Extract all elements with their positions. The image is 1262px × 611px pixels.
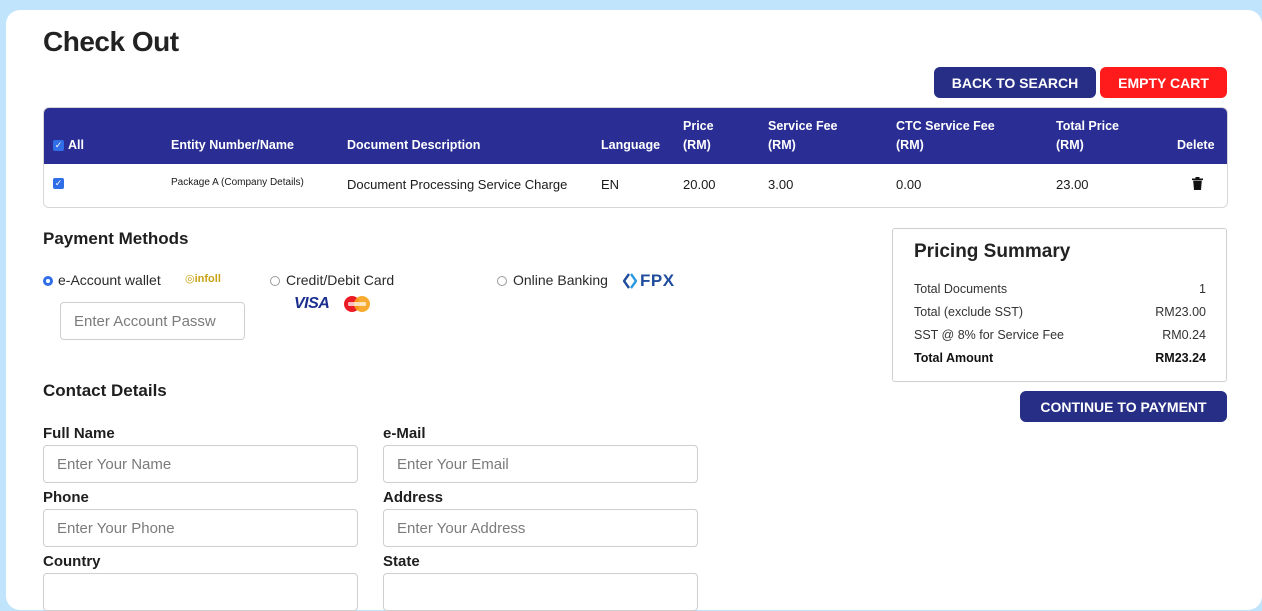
header-ctc-fee: CTC Service Fee (RM)	[896, 117, 995, 155]
summary-value: RM0.24	[1162, 328, 1206, 342]
summary-label: SST @ 8% for Service Fee	[914, 328, 1065, 342]
fpx-icon	[623, 273, 637, 289]
header-ctc-fee-line1: CTC Service Fee	[896, 119, 995, 133]
visa-logo: VISA	[294, 295, 330, 312]
row-language: EN	[601, 177, 620, 192]
pricing-summary-title: Pricing Summary	[914, 241, 1071, 262]
fpx-logo: FPX	[623, 271, 675, 291]
table-header: ✓ All Entity Number/Name Document Descri…	[44, 108, 1227, 164]
select-all-checkbox[interactable]: ✓	[53, 140, 64, 151]
full-name-label: Full Name	[43, 425, 115, 442]
summary-label: Total Documents	[914, 282, 1008, 296]
pricing-summary: Pricing Summary Total Documents 1 Total …	[892, 228, 1227, 382]
header-all: All	[68, 138, 84, 152]
header-description: Document Description	[347, 138, 481, 152]
row-ctc-fee: 0.00	[896, 177, 922, 192]
email-input[interactable]	[383, 445, 698, 483]
country-select[interactable]	[43, 573, 358, 611]
address-label: Address	[383, 489, 444, 506]
header-total-line1: Total Price	[1056, 119, 1119, 133]
state-label: State	[383, 553, 420, 570]
header-entity: Entity Number/Name	[171, 138, 294, 152]
infoll-logo-text: infoll	[194, 273, 221, 285]
row-checkbox[interactable]: ✓	[53, 178, 64, 189]
contact-details-title: Contact Details	[43, 381, 167, 400]
country-label: Country	[43, 553, 101, 570]
table-row: ✓ Package A (Company Details) Document P…	[44, 164, 1227, 207]
account-password-input[interactable]	[60, 302, 245, 340]
row-entity: Package A (Company Details)	[171, 177, 304, 188]
continue-to-payment-button[interactable]: CONTINUE TO PAYMENT	[1020, 391, 1227, 422]
header-service-fee-line1: Service Fee	[768, 119, 838, 133]
summary-value: RM23.24	[1155, 351, 1206, 365]
full-name-input[interactable]	[43, 445, 358, 483]
empty-cart-button[interactable]: EMPTY CART	[1100, 67, 1227, 98]
infoll-logo: ◎infoll	[185, 273, 221, 285]
back-to-search-button[interactable]: BACK TO SEARCH	[934, 67, 1096, 98]
summary-row-total-amount: Total Amount RM23.24	[914, 351, 1206, 365]
mastercard-icon	[344, 296, 370, 312]
fpx-logo-text: FPX	[640, 271, 675, 290]
row-service-fee: 3.00	[768, 177, 794, 192]
label-credit-debit-card[interactable]: Credit/Debit Card	[286, 272, 394, 288]
checkout-card: Check Out BACK TO SEARCH EMPTY CART ✓ Al…	[6, 10, 1262, 611]
phone-input[interactable]	[43, 509, 358, 547]
summary-value: RM23.00	[1155, 305, 1206, 319]
header-language: Language	[601, 138, 661, 152]
cart-table: ✓ All Entity Number/Name Document Descri…	[43, 107, 1228, 208]
summary-value: 1	[1199, 282, 1206, 296]
summary-row-total-documents: Total Documents 1	[914, 282, 1206, 296]
email-label: e-Mail	[383, 425, 426, 442]
header-delete: Delete	[1177, 138, 1215, 152]
payment-methods-title: Payment Methods	[43, 229, 189, 248]
summary-row-sst: SST @ 8% for Service Fee RM0.24	[914, 328, 1206, 342]
label-online-banking[interactable]: Online Banking	[513, 272, 608, 288]
summary-label: Total Amount	[914, 351, 994, 365]
header-total: Total Price (RM)	[1056, 117, 1119, 155]
header-ctc-fee-line2: (RM)	[896, 138, 924, 152]
radio-online-banking[interactable]	[497, 276, 507, 286]
label-e-account-wallet[interactable]: e-Account wallet	[58, 272, 161, 288]
header-service-fee-line2: (RM)	[768, 138, 796, 152]
header-service-fee: Service Fee (RM)	[768, 117, 838, 155]
header-price-line1: Price	[683, 119, 714, 133]
header-total-line2: (RM)	[1056, 138, 1084, 152]
header-price: Price (RM)	[683, 117, 714, 155]
page-title: Check Out	[43, 26, 179, 57]
summary-row-total-exclude-sst: Total (exclude SST) RM23.00	[914, 305, 1206, 319]
checkmark-icon: ✓	[54, 140, 63, 150]
row-total: 23.00	[1056, 177, 1089, 192]
summary-label: Total (exclude SST)	[914, 305, 1024, 319]
address-input[interactable]	[383, 509, 698, 547]
phone-label: Phone	[43, 489, 89, 506]
row-price: 20.00	[683, 177, 716, 192]
trash-icon[interactable]	[1192, 177, 1203, 190]
radio-credit-debit-card[interactable]	[270, 276, 280, 286]
state-select[interactable]	[383, 573, 698, 611]
radio-e-account-wallet[interactable]	[43, 276, 53, 286]
header-price-line2: (RM)	[683, 138, 711, 152]
row-description: Document Processing Service Charge	[347, 177, 568, 192]
checkmark-icon: ✓	[54, 178, 63, 188]
